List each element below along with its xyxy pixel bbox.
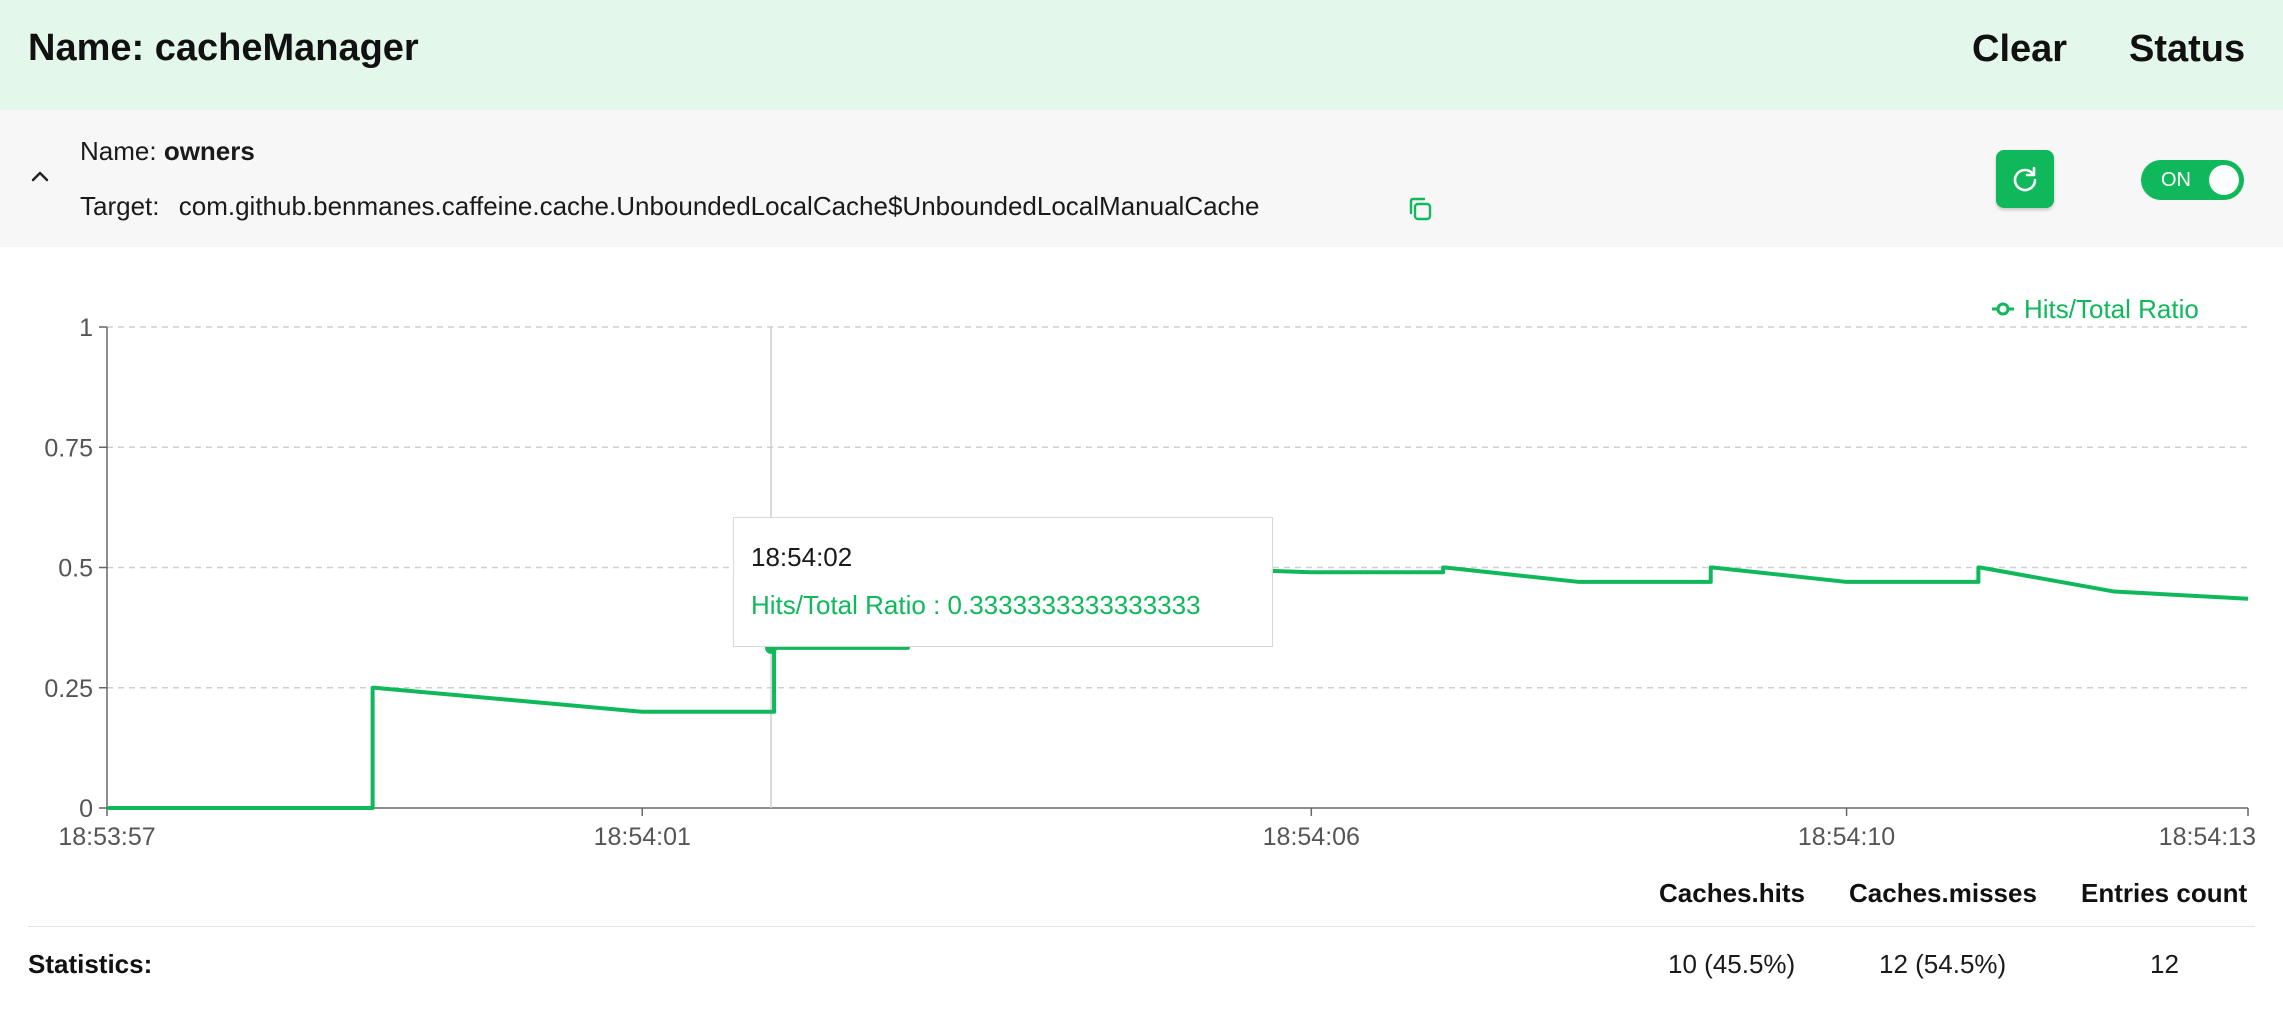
status-column-header: Status [2129, 28, 2246, 70]
cache-name-value: owners [163, 136, 255, 166]
chart-tooltip: 18:54:02 Hits/Total Ratio : 0.3333333333… [733, 517, 1273, 647]
cache-row [0, 110, 2283, 247]
x-tick-label: 18:54:13 [2159, 823, 2256, 851]
stats-divider [28, 926, 2255, 927]
clear-column-header: Clear [1972, 28, 2068, 70]
chevron-up-icon[interactable] [28, 165, 52, 189]
stats-misses-value: 12 (54.5%) [1879, 949, 2007, 979]
stats-col-hits: Caches.hits [1659, 878, 1805, 908]
stats-col-misses: Caches.misses [1849, 878, 2037, 908]
cache-manager-header: Name: cacheManager Clear Status [0, 0, 2283, 110]
cache-name-prefix: Name: [80, 136, 157, 166]
legend-label: Hits/Total Ratio [2024, 294, 2199, 324]
x-tick-label: 18:53:57 [58, 823, 155, 851]
cache-target: Target: com.github.benmanes.caffeine.cac… [80, 191, 1259, 222]
cache-name: Name: owners [80, 136, 255, 167]
y-tick-label: 1 [79, 314, 93, 342]
y-tick-label: 0.5 [58, 555, 93, 583]
stats-hits-value: 10 (45.5%) [1668, 949, 1796, 979]
status-toggle-label: ON [2161, 169, 2191, 191]
toggle-knob [2209, 165, 2239, 195]
statistics-label: Statistics: [28, 949, 153, 979]
refresh-icon [2013, 166, 2037, 192]
x-tick-label: 18:54:06 [1263, 823, 1360, 851]
cache-target-value: com.github.benmanes.caffeine.cache.Unbou… [178, 191, 1260, 221]
y-tick-label: 0.25 [44, 675, 93, 703]
y-tick-label: 0 [79, 795, 93, 823]
stats-col-entries: Entries count [2081, 878, 2248, 908]
cache-manager-title: Name: cacheManager [28, 27, 419, 69]
stats-entries-value: 12 [2150, 949, 2179, 979]
status-toggle[interactable]: ON [2141, 160, 2244, 200]
x-tick-label: 18:54:01 [594, 823, 691, 851]
legend-marker-icon [1996, 302, 2010, 316]
tooltip-value: Hits/Total Ratio : 0.3333333333333333 [751, 590, 1201, 620]
copy-icon[interactable] [1405, 194, 1435, 224]
cache-target-prefix: Target: [80, 191, 160, 221]
y-tick-label: 0.75 [44, 434, 93, 462]
x-tick-label: 18:54:10 [1798, 823, 1895, 851]
clear-cache-button[interactable] [1996, 150, 2054, 208]
tooltip-time: 18:54:02 [751, 542, 853, 572]
